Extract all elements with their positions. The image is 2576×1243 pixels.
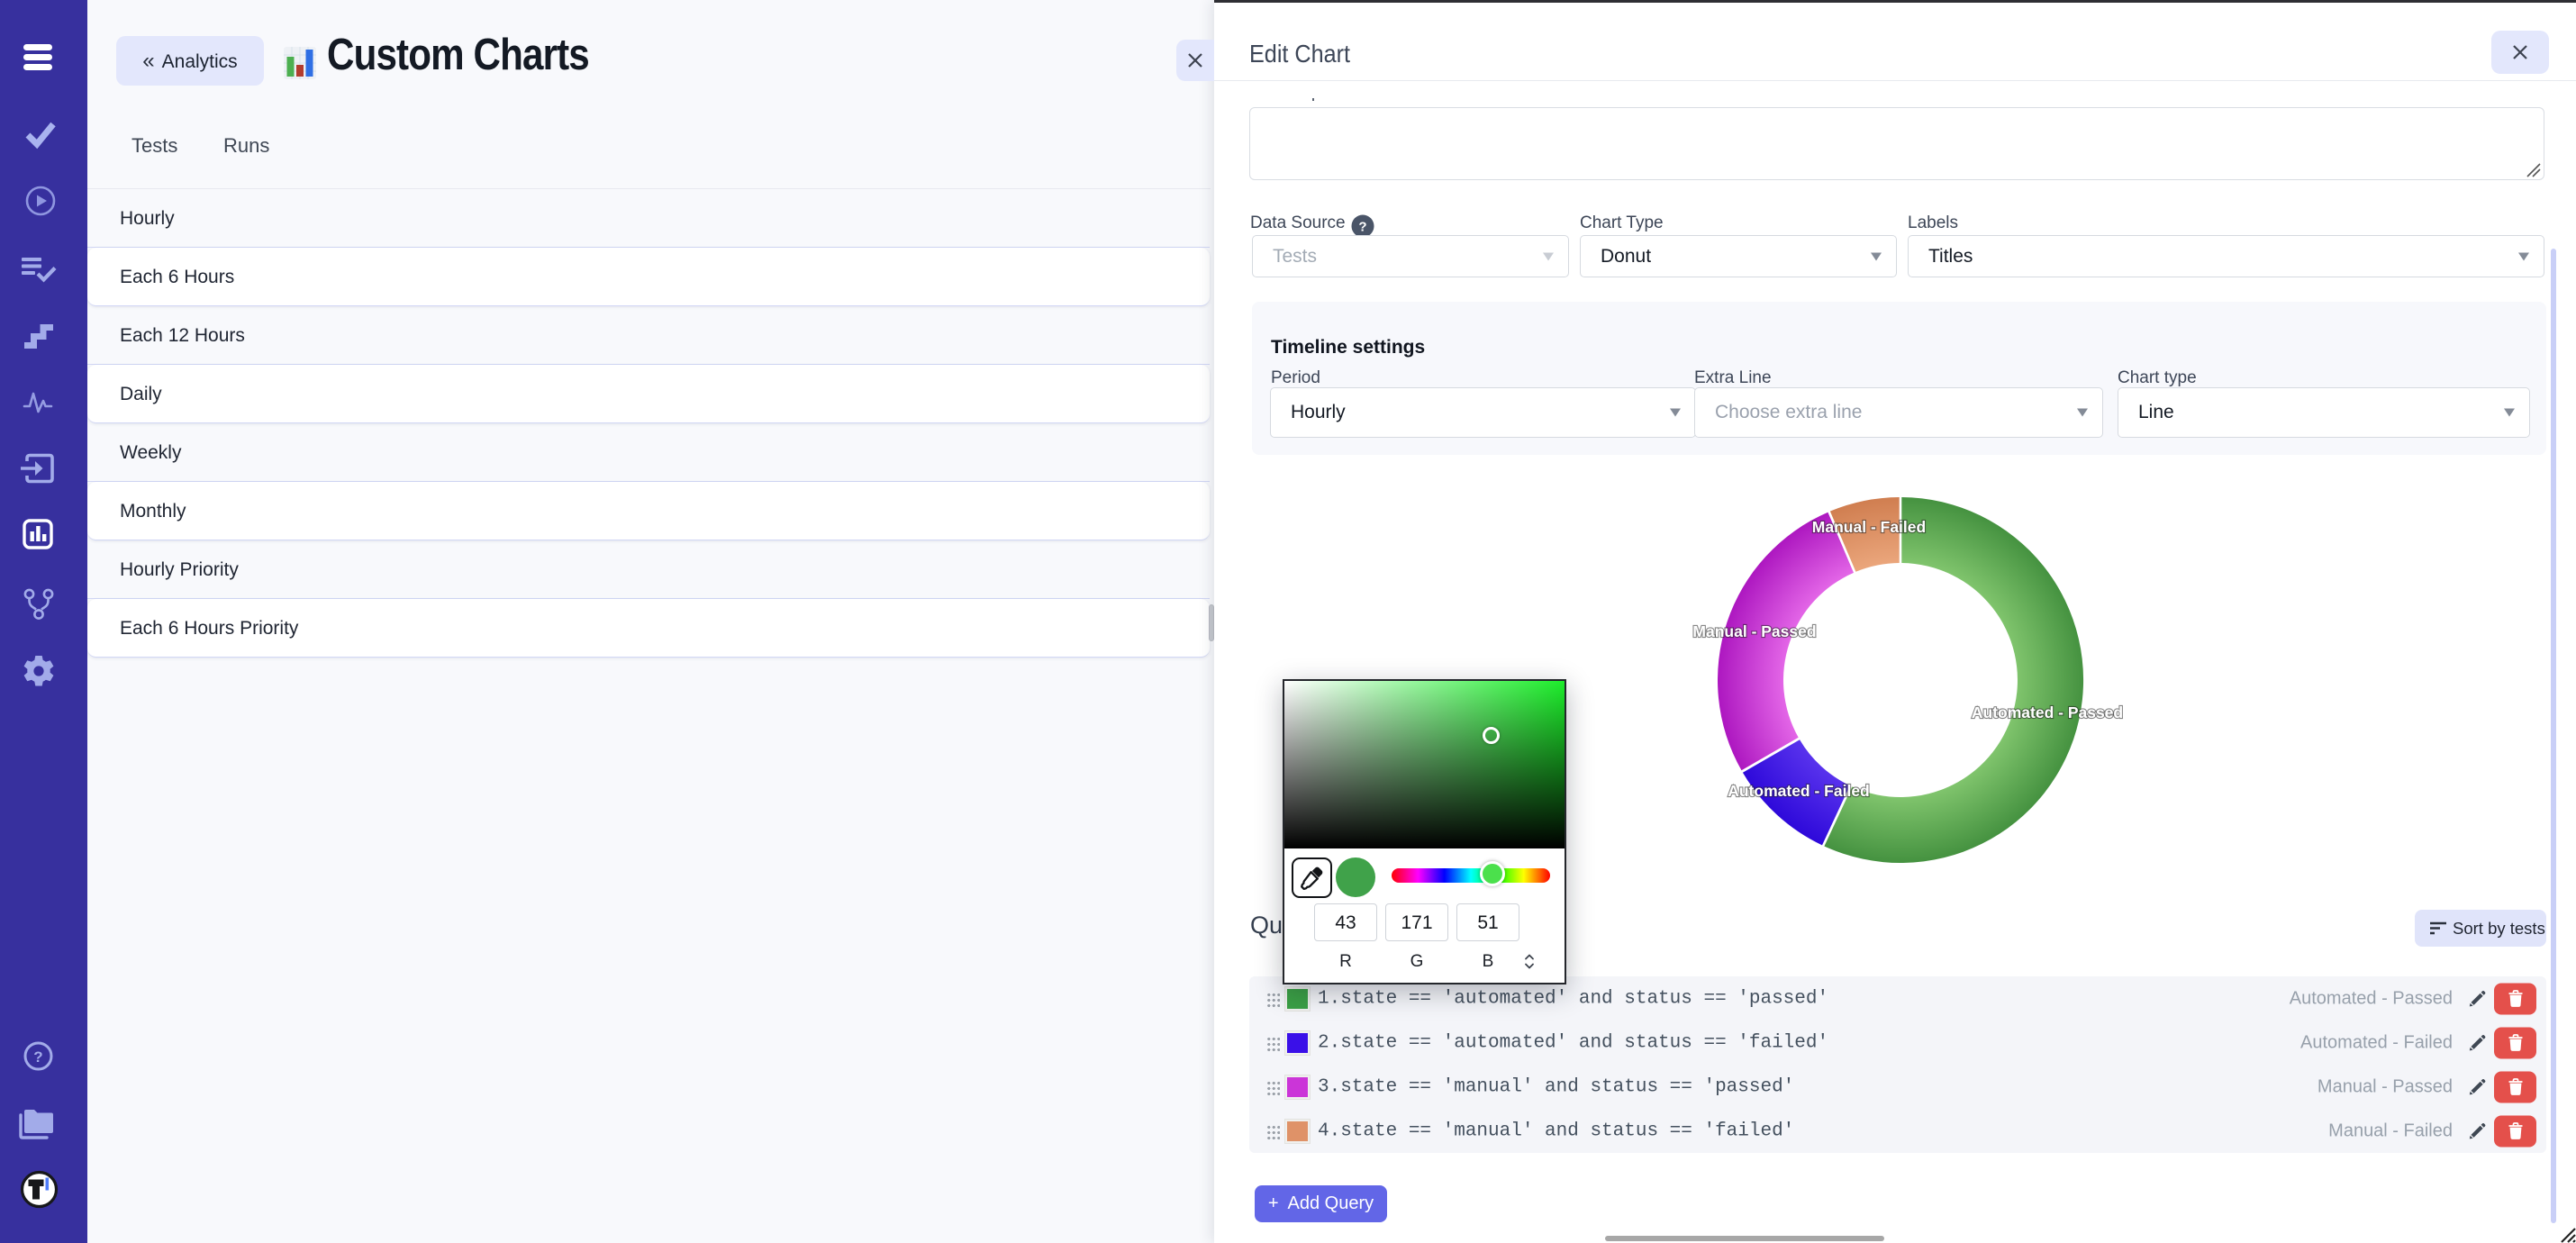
svg-text:Automated - Failed: Automated - Failed [1728, 782, 1870, 800]
svg-text:Manual - Failed: Manual - Failed [1812, 518, 1926, 536]
svg-text:?: ? [33, 1048, 42, 1066]
svg-text:Automated - Passed: Automated - Passed [1972, 703, 2123, 721]
svg-text:Manual - Passed: Manual - Passed [1692, 622, 1816, 640]
svg-text:?: ? [1358, 220, 1366, 235]
